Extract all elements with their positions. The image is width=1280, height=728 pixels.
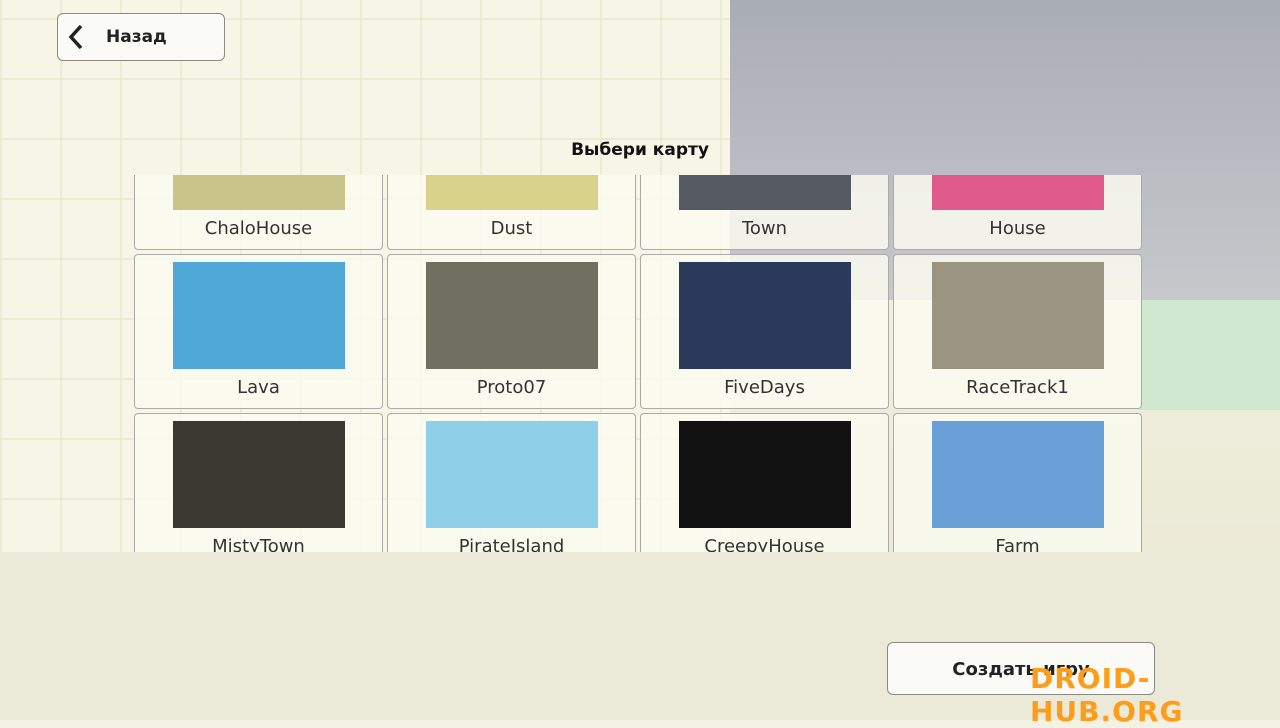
page-title: Выбери карту [571, 140, 709, 160]
map-thumbnail [172, 421, 345, 528]
map-name: Dust [490, 218, 533, 239]
map-thumbnail [931, 175, 1104, 210]
map-thumbnail [678, 262, 851, 369]
map-name: FiveDays [724, 377, 805, 398]
map-card[interactable]: CreepyHouse [640, 413, 889, 552]
back-button[interactable]: Назад [57, 13, 225, 61]
map-name: Town [741, 218, 788, 239]
map-name: PirateIsland [458, 536, 565, 552]
map-list[interactable]: ChaloHouse Dust Town House Lava Proto07 FiveDa… [134, 175, 1146, 552]
map-thumbnail [931, 421, 1104, 528]
map-name: Lava [237, 377, 280, 398]
map-name: RaceTrack1 [966, 377, 1069, 398]
back-label: Назад [106, 27, 167, 47]
map-card[interactable]: Proto07 [387, 254, 636, 409]
map-card[interactable]: Town [640, 175, 889, 250]
map-thumbnail [425, 262, 598, 369]
map-card[interactable]: Lava [134, 254, 383, 409]
map-thumbnail [172, 175, 345, 210]
map-card[interactable]: MistyTown [134, 413, 383, 552]
map-thumbnail [678, 175, 851, 210]
chevron-left-icon [68, 24, 83, 50]
map-name: Proto07 [476, 377, 547, 398]
map-card[interactable]: RaceTrack1 [893, 254, 1142, 409]
map-thumbnail [678, 421, 851, 528]
map-name: Farm [995, 536, 1040, 552]
map-name: House [989, 218, 1046, 239]
map-name: CreepyHouse [704, 536, 825, 552]
fence-background [1140, 300, 1280, 410]
map-name: MistyTown [212, 536, 305, 552]
map-card[interactable]: House [893, 175, 1142, 250]
map-card[interactable]: Dust [387, 175, 636, 250]
map-card[interactable]: FiveDays [640, 254, 889, 409]
map-card[interactable]: Farm [893, 413, 1142, 552]
map-card[interactable]: PirateIsland [387, 413, 636, 552]
map-card[interactable]: ChaloHouse [134, 175, 383, 250]
map-thumbnail [425, 421, 598, 528]
watermark-logo: DROID-HUB.ORG [1030, 662, 1184, 728]
map-thumbnail [425, 175, 598, 210]
map-name: ChaloHouse [204, 218, 313, 239]
map-thumbnail [172, 262, 345, 369]
map-thumbnail [931, 262, 1104, 369]
